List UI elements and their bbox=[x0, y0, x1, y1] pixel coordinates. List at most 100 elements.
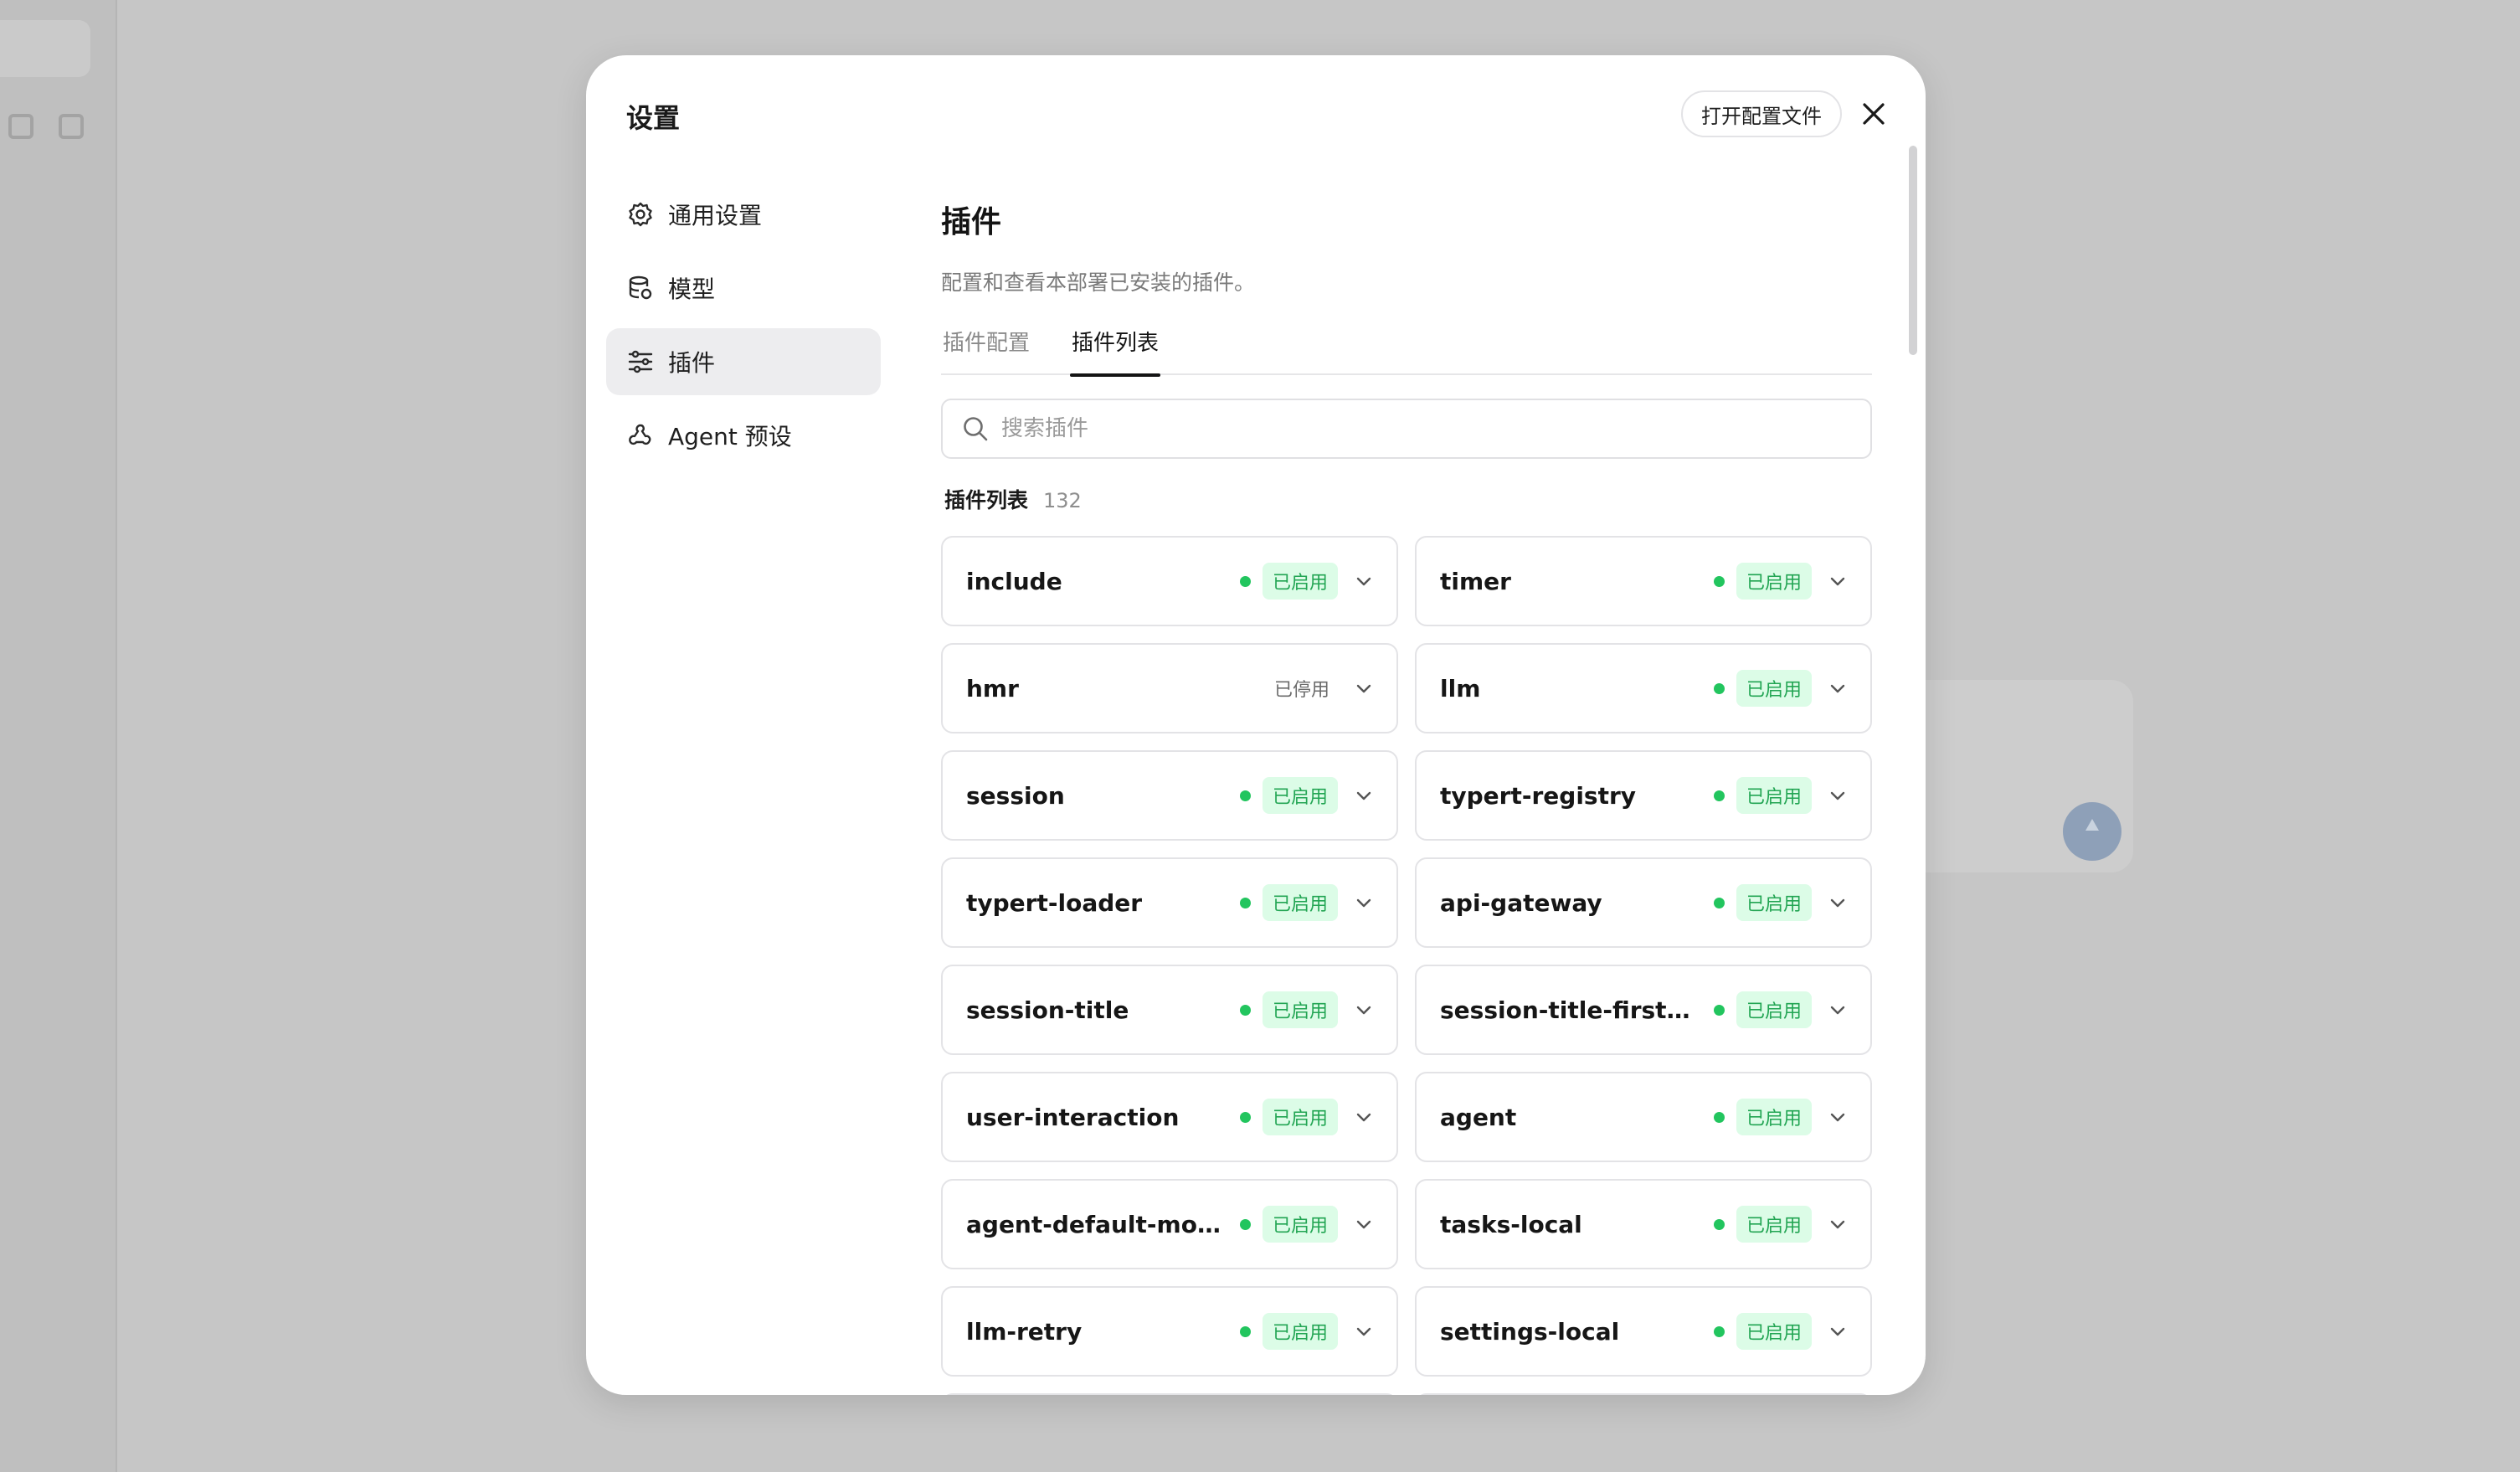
search-input[interactable] bbox=[1001, 416, 1870, 441]
status-dot-icon bbox=[1239, 1004, 1251, 1016]
status-dot-icon bbox=[1239, 575, 1251, 587]
plugin-card[interactable]: settings-local 已启用 bbox=[1415, 1286, 1872, 1377]
status-badge: 已启用 bbox=[1736, 563, 1812, 600]
page-description: 配置和查看本部署已安装的插件。 bbox=[941, 270, 1256, 295]
status-dot-icon bbox=[1713, 682, 1725, 694]
status-badge: 已启用 bbox=[1736, 1313, 1812, 1350]
tab-plugin-config[interactable]: 插件配置 bbox=[941, 325, 1031, 375]
chevron-down-icon[interactable] bbox=[1827, 570, 1849, 592]
plugin-card[interactable]: credentials-local已启用 bbox=[941, 1393, 1398, 1395]
chevron-down-icon[interactable] bbox=[1827, 785, 1849, 806]
chevron-down-icon[interactable] bbox=[1827, 677, 1849, 699]
plugin-card[interactable]: session 已启用 bbox=[941, 750, 1398, 841]
tab-bar: 插件配置 插件列表 bbox=[941, 325, 1872, 377]
plugin-name: session-title bbox=[966, 996, 1129, 1024]
status-badge: 已启用 bbox=[1736, 777, 1812, 814]
plugin-list-header: 插件列表 132 bbox=[941, 484, 1872, 514]
status-badge: 已启用 bbox=[1736, 884, 1812, 921]
plugin-name: api-gateway bbox=[1440, 888, 1602, 917]
plugin-name: tasks-local bbox=[1440, 1210, 1582, 1238]
database-icon bbox=[626, 274, 655, 302]
nav-item-plugins[interactable]: 插件 bbox=[606, 328, 881, 395]
status-dot-icon bbox=[1713, 897, 1725, 908]
plugin-card[interactable]: session-title 已启用 bbox=[941, 965, 1398, 1055]
nav-item-general[interactable]: 通用设置 bbox=[606, 181, 881, 248]
settings-nav: 通用设置 模型 插件 Agent 预设 bbox=[606, 181, 881, 476]
plugin-card[interactable]: tasks-local 已启用 bbox=[1415, 1179, 1872, 1269]
plugin-card[interactable]: llm-retry 已启用 bbox=[941, 1286, 1398, 1377]
plugin-card[interactable]: timer 已启用 bbox=[1415, 536, 1872, 626]
plugin-card[interactable]: user-interaction 已启用 bbox=[941, 1072, 1398, 1162]
status-dot-icon bbox=[1239, 1218, 1251, 1230]
plugin-name: llm-retry bbox=[966, 1317, 1083, 1346]
status-dot-icon bbox=[1239, 1111, 1251, 1123]
chevron-down-icon[interactable] bbox=[1353, 1106, 1375, 1128]
status-dot-icon bbox=[1239, 1325, 1251, 1337]
nav-item-label: 插件 bbox=[668, 349, 716, 377]
background-sidebar bbox=[0, 0, 117, 1472]
status-dot-icon bbox=[1239, 790, 1251, 801]
close-icon[interactable] bbox=[1855, 95, 1892, 132]
status-badge: 已启用 bbox=[1262, 777, 1338, 814]
plugin-card[interactable]: hmr 已停用 bbox=[941, 643, 1398, 733]
status-dot-icon bbox=[1713, 1218, 1725, 1230]
search-box[interactable] bbox=[941, 399, 1872, 459]
chevron-down-icon[interactable] bbox=[1827, 999, 1849, 1021]
plugin-card[interactable]: include 已启用 bbox=[941, 536, 1398, 626]
chevron-down-icon[interactable] bbox=[1353, 999, 1375, 1021]
plugin-card[interactable]: agent 已启用 bbox=[1415, 1072, 1872, 1162]
tab-plugin-list[interactable]: 插件列表 bbox=[1070, 325, 1161, 377]
background-sidebar-item bbox=[0, 20, 90, 77]
status-dot-icon bbox=[1239, 897, 1251, 908]
status-dot-icon bbox=[1713, 1325, 1725, 1337]
gear-icon bbox=[626, 200, 655, 229]
modal-title: 设置 bbox=[626, 102, 681, 134]
plugin-count: 132 bbox=[1043, 489, 1082, 512]
status-dot-icon bbox=[1713, 1111, 1725, 1123]
plugin-name: timer bbox=[1440, 567, 1511, 595]
plugin-list-heading: 插件列表 bbox=[944, 488, 1029, 512]
nav-item-models[interactable]: 模型 bbox=[606, 255, 881, 322]
agent-icon bbox=[626, 421, 655, 450]
chevron-down-icon[interactable] bbox=[1353, 1213, 1375, 1235]
plugin-name: agent-default-model bbox=[966, 1210, 1225, 1238]
background-layout-icon bbox=[8, 114, 33, 139]
plugin-card[interactable]: agent-default-model 已启用 bbox=[941, 1179, 1398, 1269]
status-badge: 已启用 bbox=[1736, 670, 1812, 707]
plugin-card[interactable]: typert-loader 已启用 bbox=[941, 857, 1398, 948]
open-config-file-button[interactable]: 打开配置文件 bbox=[1681, 90, 1842, 137]
plugin-name: hmr bbox=[966, 674, 1019, 703]
chevron-down-icon[interactable] bbox=[1353, 570, 1375, 592]
status-badge: 已启用 bbox=[1262, 1206, 1338, 1243]
plugin-card[interactable]: session-title-first-m... 已启用 bbox=[1415, 965, 1872, 1055]
status-badge: 已启用 bbox=[1262, 1099, 1338, 1135]
plugin-card[interactable]: llm 已启用 bbox=[1415, 643, 1872, 733]
chevron-down-icon[interactable] bbox=[1353, 1320, 1375, 1342]
plugin-name: typert-registry bbox=[1440, 781, 1637, 810]
plugin-card[interactable]: typert-registry 已启用 bbox=[1415, 750, 1872, 841]
chevron-down-icon[interactable] bbox=[1827, 1106, 1849, 1128]
chevron-down-icon[interactable] bbox=[1827, 1213, 1849, 1235]
chevron-down-icon[interactable] bbox=[1827, 892, 1849, 914]
chevron-down-icon[interactable] bbox=[1353, 892, 1375, 914]
nav-item-agent-presets[interactable]: Agent 预设 bbox=[606, 402, 881, 469]
status-badge: 已启用 bbox=[1262, 991, 1338, 1028]
chevron-down-icon[interactable] bbox=[1353, 785, 1375, 806]
chevron-down-icon[interactable] bbox=[1827, 1320, 1849, 1342]
background-new-chat-icon bbox=[59, 114, 84, 139]
status-dot-icon bbox=[1713, 575, 1725, 587]
status-badge: 已启用 bbox=[1262, 884, 1338, 921]
plugin-card[interactable]: api-gateway 已启用 bbox=[1415, 857, 1872, 948]
chevron-down-icon[interactable] bbox=[1353, 677, 1375, 699]
scrollbar-thumb[interactable] bbox=[1909, 146, 1917, 355]
plugin-name: include bbox=[966, 567, 1062, 595]
page-title: 插件 bbox=[941, 205, 1002, 239]
plugins-panel: 插件 配置和查看本部署已安装的插件。 插件配置 插件列表 插件列表 132 in… bbox=[941, 198, 1872, 1395]
nav-item-label: Agent 预设 bbox=[668, 423, 792, 450]
plugin-name: session bbox=[966, 781, 1065, 810]
plugin-name: agent bbox=[1440, 1103, 1517, 1131]
plugin-name: user-interaction bbox=[966, 1103, 1180, 1131]
plugin-card[interactable]: llm-pi-ai已启用 bbox=[1415, 1393, 1872, 1395]
status-badge: 已启用 bbox=[1736, 1099, 1812, 1135]
settings-modal: 设置 打开配置文件 通用设置 模型 插件 Agent 预设 插件 配置和查看本部… bbox=[586, 55, 1926, 1395]
